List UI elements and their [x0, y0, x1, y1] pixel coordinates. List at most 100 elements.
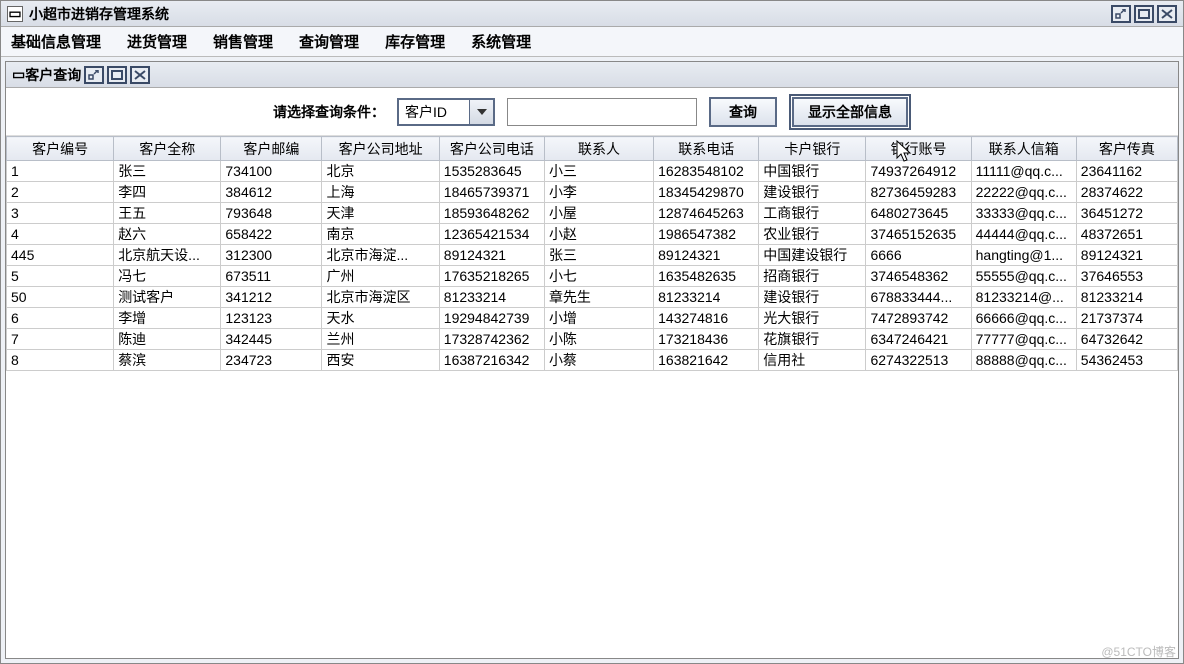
table-cell: 342445 [221, 329, 322, 350]
table-cell: 4 [7, 224, 114, 245]
table-cell: 48372651 [1076, 224, 1177, 245]
table-cell: 小三 [544, 161, 653, 182]
table-cell: 1986547382 [654, 224, 759, 245]
table-cell: 赵六 [114, 224, 221, 245]
table-cell: 21737374 [1076, 308, 1177, 329]
table-cell: 23641162 [1076, 161, 1177, 182]
table-cell: 冯七 [114, 266, 221, 287]
table-row[interactable]: 2李四384612上海18465739371小李18345429870建设银行8… [7, 182, 1178, 203]
table-cell: 蔡滨 [114, 350, 221, 371]
table-cell: 8 [7, 350, 114, 371]
menu-item-2[interactable]: 销售管理 [209, 29, 277, 54]
close-button[interactable] [1157, 5, 1177, 23]
table-header-9[interactable]: 联系人信箱 [971, 137, 1076, 161]
menu-item-1[interactable]: 进货管理 [123, 29, 191, 54]
inner-titlebar: ▭ 客户查询 [6, 62, 1178, 88]
table-cell: 小七 [544, 266, 653, 287]
table-header-10[interactable]: 客户传真 [1076, 137, 1177, 161]
table-cell: 28374622 [1076, 182, 1177, 203]
table-cell: 66666@qq.c... [971, 308, 1076, 329]
table-body: 1张三734100北京1535283645小三16283548102中国银行74… [7, 161, 1178, 371]
table-cell: 招商银行 [759, 266, 866, 287]
table-cell: 北京航天设... [114, 245, 221, 266]
table-header-7[interactable]: 卡户银行 [759, 137, 866, 161]
table-row[interactable]: 4赵六658422南京12365421534小赵1986547382农业银行37… [7, 224, 1178, 245]
menu-item-3[interactable]: 查询管理 [295, 29, 363, 54]
table-row[interactable]: 5冯七673511广州17635218265小七1635482635招商银行37… [7, 266, 1178, 287]
table-cell: 建设银行 [759, 182, 866, 203]
table-row[interactable]: 7陈迪342445兰州17328742362小陈173218436花旗银行634… [7, 329, 1178, 350]
table-header-1[interactable]: 客户全称 [114, 137, 221, 161]
table-cell: 50 [7, 287, 114, 308]
table-cell: 北京市海淀... [322, 245, 439, 266]
table-row[interactable]: 6李增123123天水19294842739小增143274816光大银行747… [7, 308, 1178, 329]
table-row[interactable]: 50测试客户341212北京市海淀区81233214章先生81233214建设银… [7, 287, 1178, 308]
inner-icon: ▭ [12, 66, 25, 83]
app-icon: ▭ [7, 6, 23, 22]
table-row[interactable]: 3王五793648天津18593648262小屋12874645263工商银行6… [7, 203, 1178, 224]
table-header-6[interactable]: 联系电话 [654, 137, 759, 161]
table-cell: 81233214 [654, 287, 759, 308]
table-cell: 7472893742 [866, 308, 971, 329]
table-cell: 82736459283 [866, 182, 971, 203]
table-cell: 88888@qq.c... [971, 350, 1076, 371]
inner-maximize-button[interactable] [107, 66, 127, 84]
inner-window: ▭ 客户查询 请选择查询条件： 客户ID 查询 显示全部信息 [5, 61, 1179, 659]
table-cell: 北京市海淀区 [322, 287, 439, 308]
table-cell: 陈迪 [114, 329, 221, 350]
table-cell: 37646553 [1076, 266, 1177, 287]
inner-close-button[interactable] [130, 66, 150, 84]
table-cell: 17328742362 [439, 329, 544, 350]
search-input[interactable] [507, 98, 697, 126]
table-container[interactable]: 客户编号客户全称客户邮编客户公司地址客户公司电话联系人联系电话卡户银行银行账号联… [6, 136, 1178, 658]
table-cell: 734100 [221, 161, 322, 182]
show-all-button[interactable]: 显示全部信息 [792, 97, 908, 127]
table-cell: 广州 [322, 266, 439, 287]
table-cell: 3 [7, 203, 114, 224]
table-cell: 李增 [114, 308, 221, 329]
minimize-button[interactable] [1111, 5, 1131, 23]
combo-dropdown-button[interactable] [469, 100, 493, 124]
table-cell: 3746548362 [866, 266, 971, 287]
table-cell: 小赵 [544, 224, 653, 245]
table-header-5[interactable]: 联系人 [544, 137, 653, 161]
table-cell: 光大银行 [759, 308, 866, 329]
table-cell: 1635482635 [654, 266, 759, 287]
table-cell: 1 [7, 161, 114, 182]
table-cell: 81233214 [439, 287, 544, 308]
table-cell: 6666 [866, 245, 971, 266]
table-cell: 建设银行 [759, 287, 866, 308]
main-window: ▭ 小超市进销存管理系统 基础信息管理进货管理销售管理查询管理库存管理系统管理 … [0, 0, 1184, 664]
menu-item-5[interactable]: 系统管理 [467, 29, 535, 54]
table-cell: 44444@qq.c... [971, 224, 1076, 245]
table-header-8[interactable]: 银行账号 [866, 137, 971, 161]
table-row[interactable]: 445北京航天设...312300北京市海淀...89124321张三89124… [7, 245, 1178, 266]
maximize-button[interactable] [1134, 5, 1154, 23]
search-field-combo[interactable]: 客户ID [397, 98, 495, 126]
menu-item-0[interactable]: 基础信息管理 [7, 29, 105, 54]
table-cell: 18345429870 [654, 182, 759, 203]
table-cell: 中国银行 [759, 161, 866, 182]
table-cell: 张三 [114, 161, 221, 182]
table-header-3[interactable]: 客户公司地址 [322, 137, 439, 161]
table-cell: 5 [7, 266, 114, 287]
main-titlebar: ▭ 小超市进销存管理系统 [1, 1, 1183, 27]
inner-minimize-button[interactable] [84, 66, 104, 84]
table-cell: 143274816 [654, 308, 759, 329]
table-header-0[interactable]: 客户编号 [7, 137, 114, 161]
table-cell: 7 [7, 329, 114, 350]
query-button[interactable]: 查询 [709, 97, 777, 127]
table-cell: 81233214 [1076, 287, 1177, 308]
table-cell: 19294842739 [439, 308, 544, 329]
table-row[interactable]: 1张三734100北京1535283645小三16283548102中国银行74… [7, 161, 1178, 182]
table-cell: 天津 [322, 203, 439, 224]
table-header-4[interactable]: 客户公司电话 [439, 137, 544, 161]
table-cell: 北京 [322, 161, 439, 182]
menu-item-4[interactable]: 库存管理 [381, 29, 449, 54]
table-cell: 花旗银行 [759, 329, 866, 350]
table-cell: 小增 [544, 308, 653, 329]
customer-table: 客户编号客户全称客户邮编客户公司地址客户公司电话联系人联系电话卡户银行银行账号联… [6, 136, 1178, 371]
table-cell: 上海 [322, 182, 439, 203]
table-header-2[interactable]: 客户邮编 [221, 137, 322, 161]
table-row[interactable]: 8蔡滨234723西安16387216342小蔡163821642信用社6274… [7, 350, 1178, 371]
